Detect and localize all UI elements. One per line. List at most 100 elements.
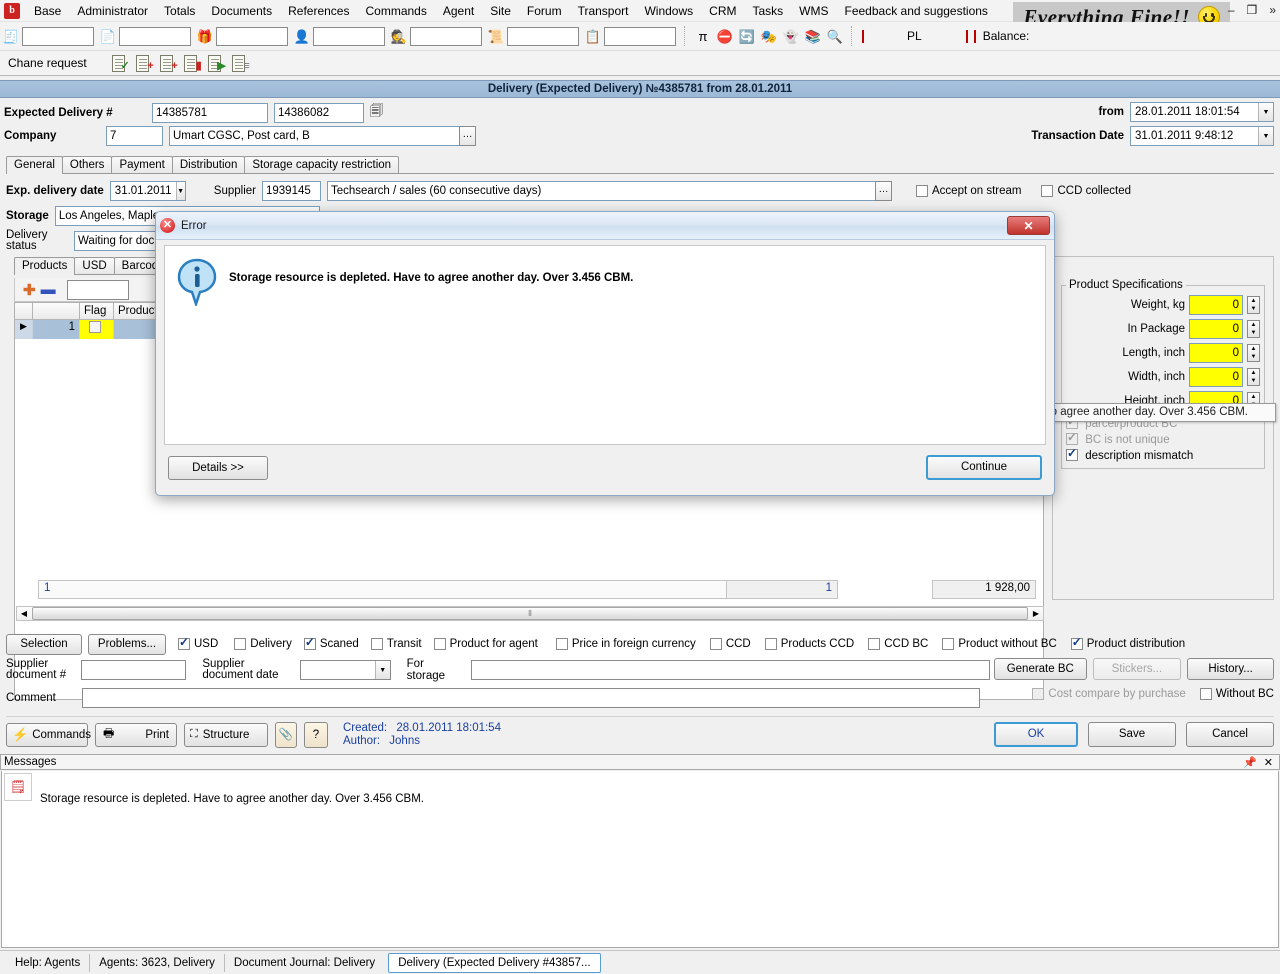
bc-not-unique-box[interactable] [1066, 430, 1078, 445]
menu-item-crm[interactable]: CRM [701, 1, 744, 21]
menu-item-forum[interactable]: Forum [519, 1, 570, 21]
statusbar-item-journal[interactable]: Document Journal: Delivery [225, 954, 384, 972]
spec-input-length[interactable]: 0 [1189, 343, 1243, 363]
spec-input-package[interactable]: 0 [1189, 319, 1243, 339]
toolbar-field-4[interactable] [313, 26, 385, 46]
expected-delivery-no-input[interactable]: 14385781 [152, 103, 268, 123]
mask-icon[interactable]: 🎭 [758, 26, 780, 47]
ccd-box[interactable] [709, 638, 722, 650]
no-entry-icon[interactable]: ⛔ [714, 26, 736, 47]
spec-stepper-package[interactable]: ▲ ▼ [1247, 320, 1260, 338]
checkbox-products-ccd[interactable]: Products CCD [764, 638, 854, 650]
chevron-down-icon-4[interactable]: ▼ [374, 661, 390, 679]
paperclip-icon[interactable]: 📎 [275, 721, 297, 748]
checkbox-product-distribution[interactable]: Product distribution [1070, 635, 1185, 650]
checkbox-ccd[interactable]: CCD [709, 638, 751, 650]
without-bc-box[interactable] [1199, 688, 1212, 700]
supplier-doc-input[interactable] [81, 660, 187, 680]
checkbox-ccd-bc[interactable]: CCD BC [868, 638, 928, 650]
expected-delivery-no2-input[interactable]: 14386082 [274, 103, 364, 123]
checkbox-product-for-agent[interactable]: Product for agent [433, 638, 538, 650]
doc-list-icon[interactable]: ≡ [229, 54, 250, 73]
toolbar-field-7[interactable] [604, 26, 676, 46]
grid-filter-input[interactable] [66, 279, 129, 300]
accept-on-stream-checkbox[interactable]: Accept on stream [916, 185, 1021, 197]
structure-button[interactable]: ⛶ Structure [184, 722, 268, 747]
menu-item-wms[interactable]: WMS [791, 1, 836, 21]
menu-item-tasks[interactable]: Tasks [744, 1, 791, 21]
problems-button[interactable]: Problems... [88, 633, 166, 655]
supplier-browse-button[interactable]: … [875, 181, 892, 201]
product-distribution-box[interactable] [1070, 635, 1083, 650]
commands-button[interactable]: ⚡ Commands [6, 722, 91, 747]
tab-others[interactable]: Others [61, 156, 113, 173]
scaned-box[interactable] [303, 635, 316, 650]
question-icon[interactable]: ? [304, 721, 328, 748]
scroll-left-icon[interactable]: ◀ [17, 609, 31, 618]
grid-col-number[interactable] [33, 303, 80, 320]
stickers-button[interactable]: Stickers... [1092, 658, 1182, 680]
tab-products[interactable]: Products [14, 257, 76, 275]
save-button[interactable]: Save [1088, 722, 1176, 747]
checkbox-transit[interactable]: Transit [370, 638, 422, 650]
transaction-date-combo[interactable]: 31.01.2011 9:48:12 ▼ [1130, 126, 1274, 146]
usd-box[interactable] [178, 635, 190, 650]
menu-item-commands[interactable]: Commands [357, 1, 434, 21]
doc-add-check-icon[interactable]: + [133, 54, 154, 73]
menu-item-site[interactable]: Site [482, 1, 519, 21]
toolbar-field-2[interactable] [119, 26, 191, 46]
spec-input-width[interactable]: 0 [1189, 367, 1243, 387]
pl-toggle[interactable]: PL [903, 29, 926, 43]
pi-icon[interactable]: π [692, 26, 714, 47]
plus-icon[interactable]: ✚ [23, 281, 36, 299]
company-browse-button[interactable]: … [459, 126, 476, 146]
gift-icon[interactable]: 🎁 [194, 26, 216, 47]
checkbox-cost-compare[interactable]: Cost compare by purchase [1032, 688, 1186, 700]
checkbox-scaned[interactable]: Scaned [303, 635, 359, 650]
transit-box[interactable] [370, 638, 383, 650]
checkbox-delivery[interactable]: Delivery [234, 638, 292, 650]
document-number-icon[interactable]: 🧾 [0, 26, 22, 47]
menu-item-base[interactable]: Base [26, 1, 69, 21]
refresh-icon[interactable]: 🔄 [736, 26, 758, 47]
delivery-box[interactable] [234, 638, 247, 650]
spec-stepper-width[interactable]: ▲ ▼ [1247, 368, 1260, 386]
person-icon[interactable]: 👤 [291, 26, 313, 47]
more-icon[interactable]: » [1267, 3, 1278, 17]
message-row[interactable]: 🗒 Storage resource is depleted. Have to … [2, 771, 1278, 805]
supplier-doc-date-combo[interactable]: ▼ [299, 660, 391, 680]
toolbar-field-5[interactable] [410, 26, 482, 46]
ccd-collected-box[interactable] [1041, 185, 1054, 197]
ghost-icon[interactable]: 👻 [780, 26, 802, 47]
supplier-name-input[interactable]: Techsearch / sales (60 consecutive days)… [327, 181, 892, 201]
chevron-down-icon[interactable]: ▼ [1258, 103, 1273, 121]
scroll-icon[interactable]: 📜 [485, 26, 507, 47]
accept-on-stream-box[interactable] [916, 185, 928, 197]
continue-button[interactable]: Continue [926, 455, 1042, 480]
tab-usd[interactable]: USD [74, 257, 115, 274]
menu-item-administrator[interactable]: Administrator [69, 1, 156, 21]
books-icon[interactable]: 📚 [802, 26, 824, 47]
ccd-collected-checkbox[interactable]: CCD collected [1041, 185, 1131, 197]
generate-bc-button[interactable]: Generate BC [994, 658, 1087, 680]
doc-run-icon[interactable]: ▶ [205, 54, 226, 73]
product-for-agent-box[interactable] [433, 638, 446, 650]
supplier-code-input[interactable]: 1939145 [262, 181, 321, 201]
details-button[interactable]: Details >> [168, 455, 268, 480]
statusbar-item-agents[interactable]: Agents: 3623, Delivery [90, 953, 225, 972]
checkbox-product-without-bc[interactable]: Product without BC [942, 638, 1057, 650]
toolbar-field-3[interactable] [216, 26, 288, 46]
statusbar-item-delivery[interactable]: Delivery (Expected Delivery #43857... [388, 952, 601, 973]
spec-input-weight[interactable]: 0 [1189, 295, 1243, 315]
cancel-button[interactable]: Cancel [1186, 722, 1274, 747]
restore-icon[interactable]: ❐ [1245, 3, 1260, 17]
search-icon[interactable]: 🔍 [824, 26, 846, 47]
company-code-input[interactable]: 7 [106, 126, 163, 146]
tab-distribution[interactable]: Distribution [171, 156, 246, 173]
checkbox-without-bc[interactable]: Without BC [1199, 688, 1274, 700]
document-icon[interactable]: 📄 [97, 26, 119, 47]
minus-icon[interactable]: ▬ [41, 281, 56, 298]
scroll-right-icon[interactable]: ▶ [1029, 609, 1043, 618]
grid-col-flag[interactable]: Flag [80, 303, 114, 320]
chevron-down-icon-3[interactable]: ▼ [175, 182, 185, 200]
